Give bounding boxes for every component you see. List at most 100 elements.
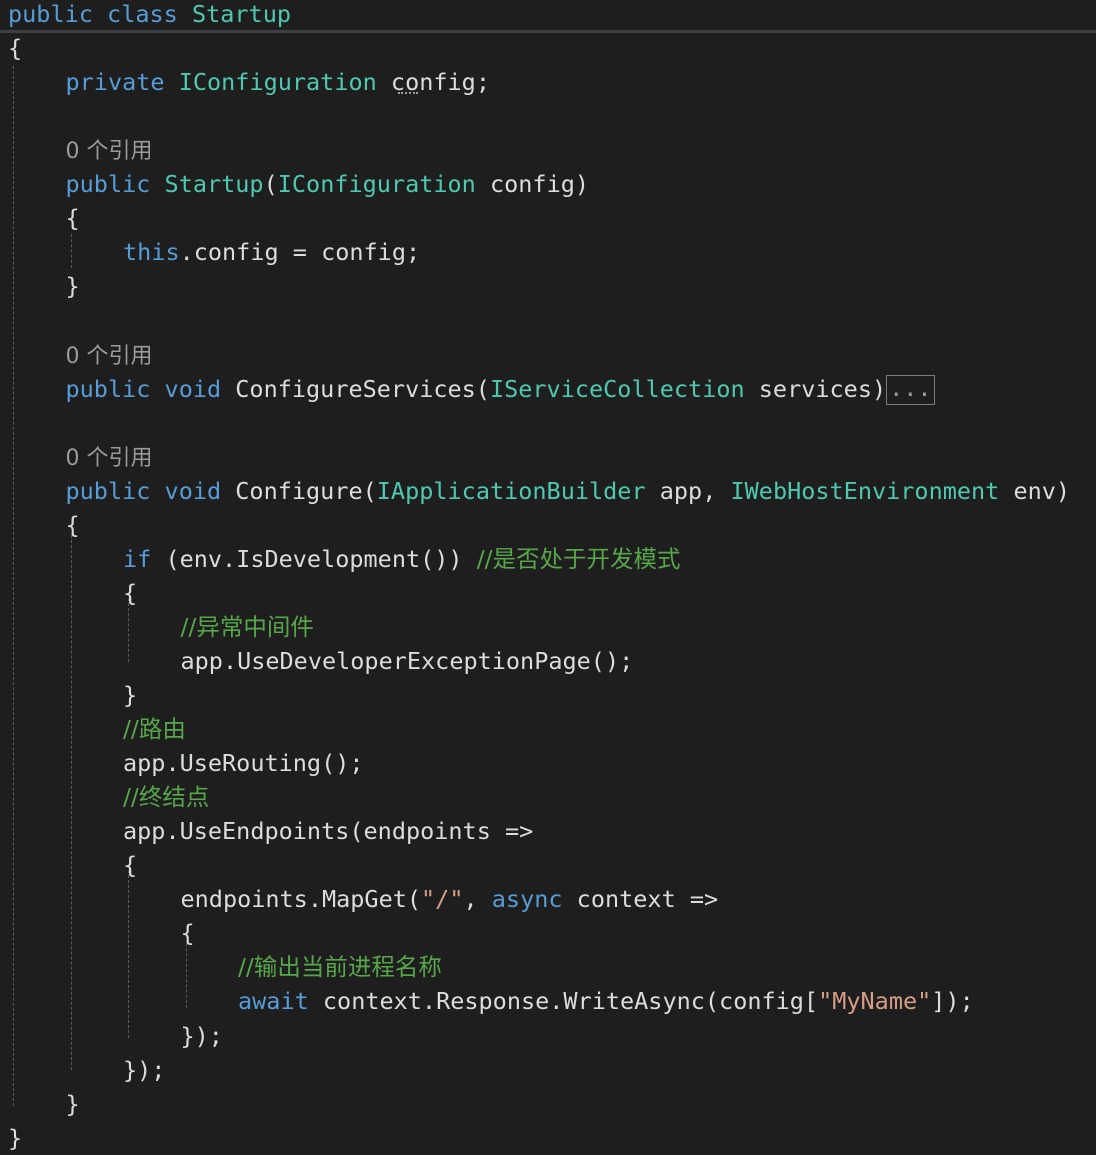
code-line[interactable]: if (env.IsDevelopment()) //是否处于开发模式 (123, 542, 681, 576)
identifier-token: config; (376, 68, 490, 97)
code-line[interactable]: } (123, 678, 137, 712)
keyword-token: public (65, 170, 151, 199)
identifier-token: ]); (931, 987, 974, 1016)
code-line[interactable]: { (123, 576, 137, 610)
identifier-token: , (463, 885, 492, 914)
string-token: "/" (421, 885, 464, 914)
code-line[interactable]: this.config = config; (123, 235, 420, 269)
keyword-token: public (65, 374, 151, 403)
identifier-token: { (65, 510, 80, 539)
identifier-token: ( (263, 170, 278, 199)
identifier-token (150, 477, 164, 505)
code-line[interactable]: app.UseRouting(); (123, 746, 364, 780)
identifier-token: }); (123, 1055, 166, 1084)
code-line[interactable]: 0 个引用 (66, 338, 153, 372)
type-token: IConfiguration (277, 170, 476, 199)
identifier-token: } (8, 1123, 23, 1152)
keyword-token: public (8, 0, 93, 28)
collapsed-region-button[interactable]: ... (886, 375, 935, 406)
code-line[interactable]: { (8, 31, 22, 65)
keyword-token: async (491, 885, 563, 914)
keyword-token: this (123, 238, 180, 267)
code-line[interactable]: public void ConfigureServices(IServiceCo… (66, 372, 935, 406)
identifier-token: endpoints.MapGet( (180, 885, 422, 914)
keyword-token: void (164, 476, 222, 505)
code-line[interactable]: }); (123, 1053, 165, 1087)
type-token: Startup (164, 170, 264, 199)
identifier-token: { (65, 204, 80, 233)
identifier-token: (env.IsDevelopment()) (151, 544, 477, 573)
code-line[interactable]: //路由 (123, 712, 186, 746)
code-line[interactable]: { (123, 848, 137, 882)
code-line[interactable]: private IConfiguration config; (66, 65, 490, 99)
code-line[interactable]: public Startup(IConfiguration config) (66, 167, 590, 201)
identifier-token: { (180, 919, 195, 948)
identifier-token: services) (744, 374, 887, 403)
identifier-token: app.UseEndpoints(endpoints => (123, 817, 534, 846)
code-line[interactable]: //异常中间件 (181, 610, 314, 644)
identifier-token: Configure( (221, 476, 377, 505)
code-line[interactable]: app.UseEndpoints(endpoints => (123, 814, 533, 848)
code-editor[interactable]: public class Startup {private IConfigurat… (0, 0, 1096, 1152)
code-line[interactable]: 0 个引用 (66, 133, 153, 167)
code-line[interactable]: }); (181, 1019, 223, 1053)
code-line[interactable]: app.UseDeveloperExceptionPage(); (181, 644, 634, 678)
suggestion-dots (398, 92, 418, 94)
code-line[interactable]: { (66, 508, 80, 542)
identifier-token: app.UseRouting(); (123, 749, 364, 778)
code-line[interactable]: endpoints.MapGet("/", async context => (181, 882, 719, 916)
identifier-token: }); (180, 1021, 223, 1050)
type-token: IServiceCollection (489, 374, 745, 403)
type-token: IApplicationBuilder (376, 476, 646, 505)
code-line[interactable]: } (66, 269, 80, 303)
code-line[interactable]: { (66, 201, 80, 235)
code-line[interactable]: await context.Response.WriteAsync(config… (238, 984, 974, 1018)
identifier-token: } (65, 272, 80, 301)
identifier-token (150, 170, 164, 198)
string-token: "MyName" (818, 987, 932, 1016)
code-line[interactable]: } (8, 1121, 22, 1155)
code-line[interactable]: //输出当前进程名称 (238, 950, 442, 984)
comment-token: //异常中间件 (180, 612, 314, 641)
codelens-references[interactable]: 0 个引用 (66, 446, 153, 471)
indent-guide (13, 66, 14, 1106)
codelens-references[interactable]: 0 个引用 (66, 344, 153, 369)
code-line[interactable]: public void Configure(IApplicationBuilde… (66, 474, 1071, 508)
indent-guide (71, 530, 72, 1070)
keyword-token: public (65, 476, 151, 505)
identifier-token (178, 0, 192, 28)
comment-token: //终结点 (123, 783, 210, 812)
keyword-token: class (107, 0, 178, 28)
code-line[interactable]: public class Startup (8, 0, 291, 31)
type-token: IWebHostEnvironment (730, 476, 1000, 505)
code-line[interactable]: 0 个引用 (66, 440, 153, 474)
identifier-token: { (123, 578, 138, 607)
code-line[interactable]: //终结点 (123, 780, 209, 814)
codelens-references[interactable]: 0 个引用 (66, 139, 153, 164)
comment-token: //是否处于开发模式 (476, 544, 681, 573)
code-line[interactable]: { (181, 916, 195, 950)
keyword-token: if (123, 544, 152, 573)
keyword-token: private (65, 68, 165, 97)
identifier-token: config) (475, 170, 590, 199)
identifier-token: ConfigureServices( (221, 374, 490, 403)
identifier-token (165, 68, 179, 96)
identifier-token: context => (562, 885, 719, 914)
indent-guide (128, 870, 129, 1038)
identifier-token: } (65, 1089, 80, 1118)
identifier-token: { (123, 851, 138, 880)
identifier-token: .config = config; (179, 238, 421, 267)
indent-guide (128, 598, 129, 662)
identifier-token: app, (645, 476, 731, 505)
identifier-token: app.UseDeveloperExceptionPage(); (180, 646, 634, 675)
identifier-token (150, 375, 164, 403)
indent-guide (186, 938, 187, 1008)
identifier-token (93, 0, 107, 28)
code-line[interactable]: } (66, 1087, 80, 1121)
keyword-token: await (238, 987, 309, 1016)
identifier-token: env) (999, 476, 1071, 505)
indent-guide (71, 234, 72, 268)
keyword-token: void (164, 374, 222, 403)
comment-token: //输出当前进程名称 (238, 953, 442, 982)
type-token: IConfiguration (178, 68, 377, 97)
